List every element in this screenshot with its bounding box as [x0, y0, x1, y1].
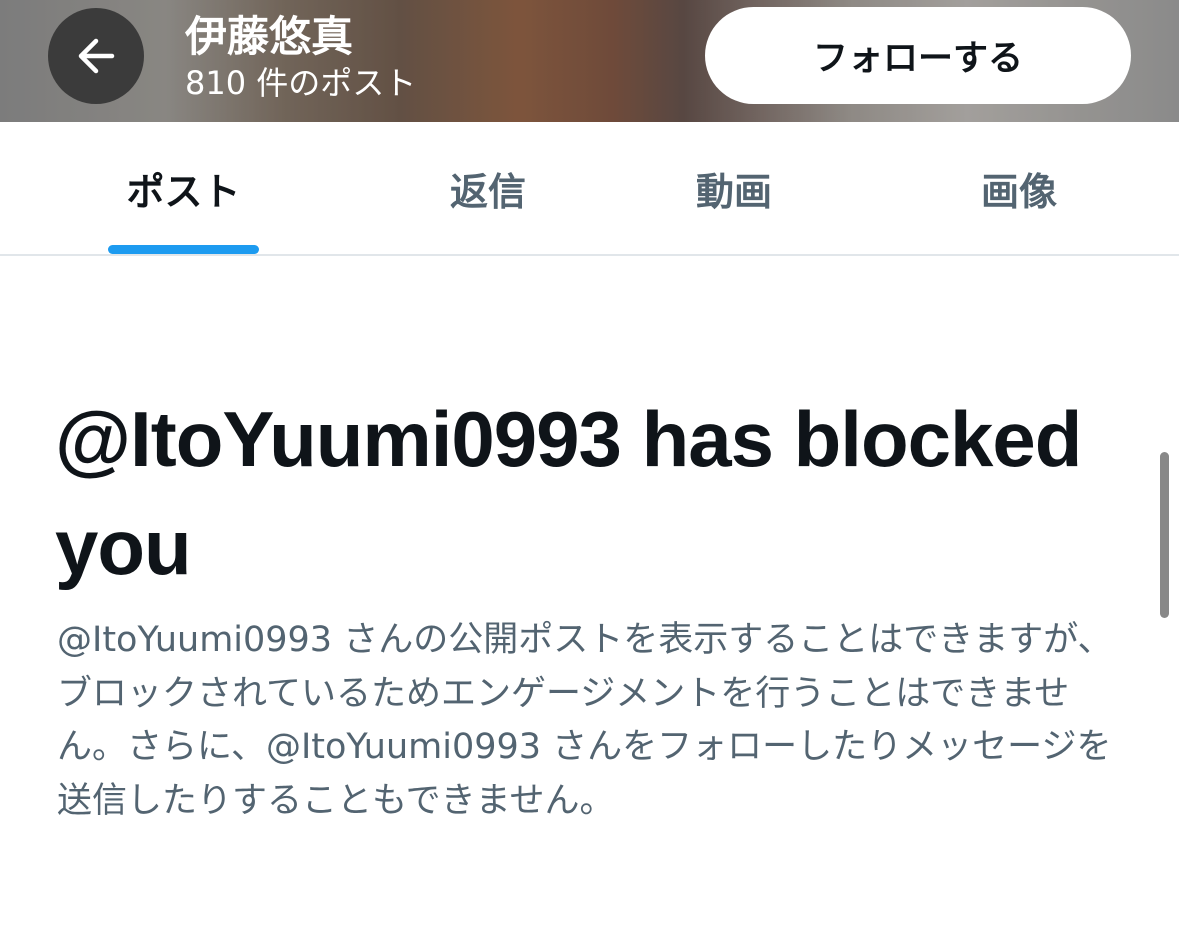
tab-videos[interactable]: 動画: [666, 122, 802, 255]
display-name: 伊藤悠真: [185, 12, 354, 61]
tab-posts[interactable]: ポスト: [108, 122, 259, 255]
tab-images[interactable]: 画像: [951, 122, 1087, 255]
active-tab-indicator: [108, 245, 259, 254]
profile-tabs: ポスト 返信 動画 画像: [0, 122, 1179, 255]
profile-page: 伊藤悠真 810 件のポスト フォローする ポスト 返信 動画 画像 @ItoY…: [0, 0, 1179, 947]
tab-replies[interactable]: 返信: [420, 122, 556, 255]
scrollbar[interactable]: [1160, 452, 1169, 618]
profile-header: 伊藤悠真 810 件のポスト フォローする: [0, 0, 1179, 122]
arrow-left-icon: [78, 38, 115, 74]
post-count: 810 件のポスト: [185, 64, 417, 102]
back-button[interactable]: [48, 8, 144, 104]
follow-button[interactable]: フォローする: [705, 7, 1131, 104]
tabs-divider: [0, 254, 1179, 256]
header-texts: 伊藤悠真 810 件のポスト: [185, 10, 416, 102]
blocked-title: @ItoYuumi0993 has blocked you: [55, 395, 1082, 591]
blocked-description: @ItoYuumi0993 さんの公開ポストを表示することはできますが、ブロック…: [57, 620, 1113, 821]
